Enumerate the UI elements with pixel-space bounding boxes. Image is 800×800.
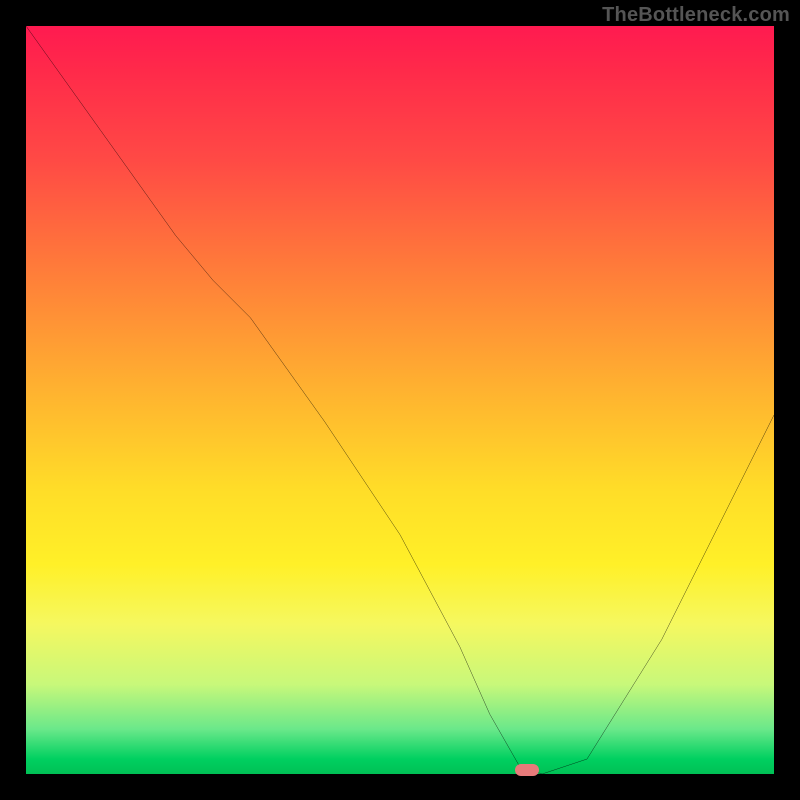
chart-frame: TheBottleneck.com [0,0,800,800]
optimum-marker [515,764,539,776]
watermark-text: TheBottleneck.com [602,4,790,27]
plot-area [26,26,774,774]
bottleneck-curve [26,26,774,774]
